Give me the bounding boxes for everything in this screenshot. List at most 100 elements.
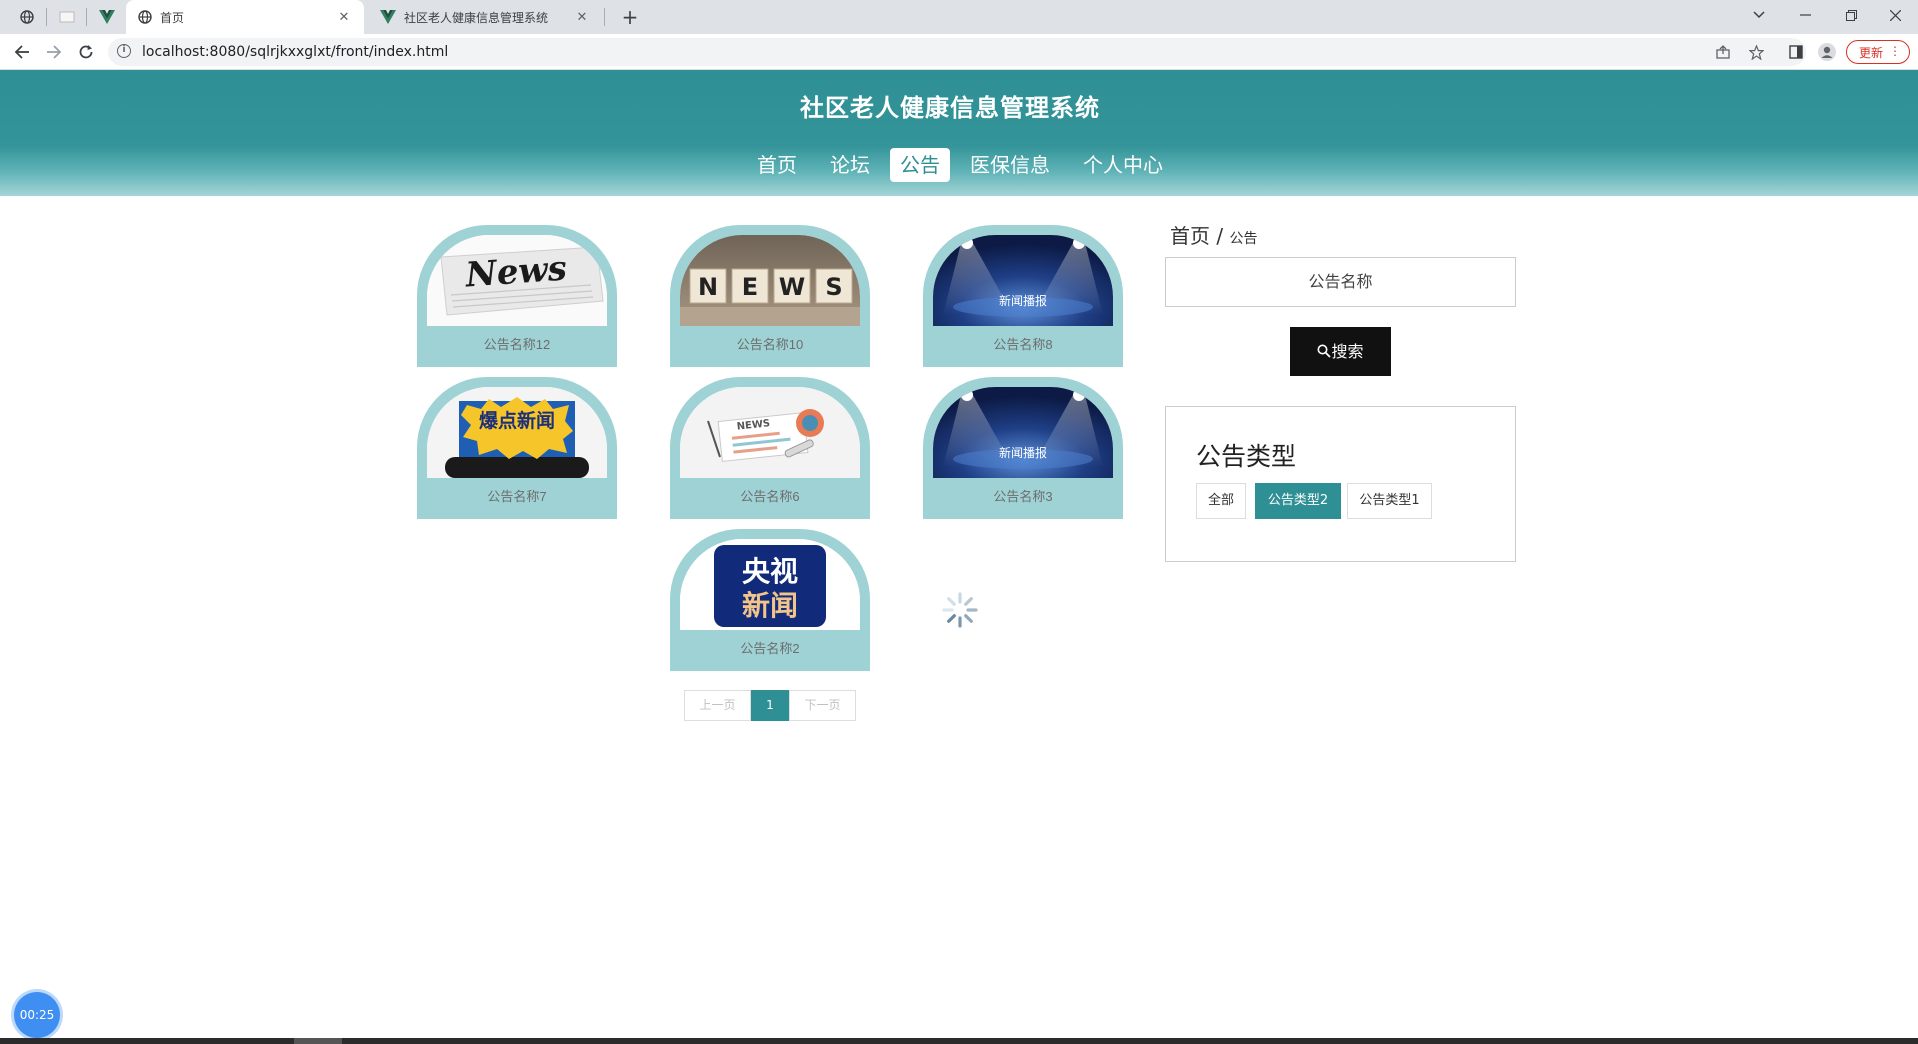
share-icon[interactable] [1713, 42, 1733, 62]
pinned-tab-blank[interactable] [48, 4, 86, 30]
reload-button[interactable] [74, 40, 98, 64]
notice-card[interactable]: News 公告名称12 [417, 225, 617, 367]
chevron-down-icon [1753, 11, 1765, 19]
type-filter-type1[interactable]: 公告类型1 [1347, 483, 1432, 519]
news-block-letter: E [742, 273, 758, 301]
notice-image: 新闻播报 [933, 387, 1113, 478]
pagination: 上一页 1 下一页 [684, 690, 856, 721]
reload-icon [79, 45, 93, 59]
notice-title: 公告名称12 [483, 337, 551, 352]
notice-image: 新闻播报 [933, 235, 1113, 326]
breadcrumb: 首页 / 公告 [1170, 220, 1257, 249]
type-filter-all[interactable]: 全部 [1196, 483, 1246, 519]
notice-type-panel: 公告类型 全部 公告类型2 公告类型1 [1165, 406, 1516, 562]
loading-spinner-icon [942, 592, 978, 628]
search-icon [1317, 344, 1332, 358]
notice-name-search-input[interactable]: 公告名称 [1165, 257, 1516, 307]
update-label: 更新 [1859, 45, 1884, 60]
url-text: localhost:8080/sqlrjkxxglxt/front/index.… [142, 44, 449, 60]
breadcrumb-home[interactable]: 首页 [1170, 224, 1210, 248]
search-button[interactable]: 搜索 [1290, 327, 1391, 376]
site-title: 社区老人健康信息管理系统 [800, 94, 1100, 122]
tab-separator [86, 8, 87, 26]
restore-button[interactable] [1828, 0, 1874, 30]
forward-button[interactable] [42, 40, 66, 64]
scroll-thumb[interactable] [294, 1038, 342, 1044]
arrow-right-icon [47, 45, 62, 59]
notice-card[interactable]: 新闻播报 公告名称3 [923, 377, 1123, 519]
page-number-current[interactable]: 1 [751, 690, 789, 721]
globe-icon [20, 10, 34, 24]
notice-image: 爆点新闻 [427, 387, 607, 478]
notice-image: 央视 新闻 [680, 539, 860, 630]
notice-card[interactable]: 新闻播报 公告名称8 [923, 225, 1123, 367]
tab-search-button[interactable] [1736, 0, 1782, 30]
tab-system[interactable]: 社区老人健康信息管理系统 ✕ [368, 0, 602, 34]
image-caption: 爆点新闻 [479, 409, 555, 432]
breadcrumb-current: 公告 [1229, 231, 1258, 247]
image-caption: 央视 [742, 555, 798, 588]
notice-card[interactable]: N E W S 公告名称10 [670, 225, 870, 367]
prev-page-button[interactable]: 上一页 [684, 690, 751, 721]
site-info-icon[interactable]: i [117, 44, 131, 58]
breadcrumb-separator: / [1216, 224, 1224, 248]
nav-forum[interactable]: 论坛 [820, 148, 880, 182]
browser-tab-strip: 首页 ✕ 社区老人健康信息管理系统 ✕ + [0, 0, 1918, 34]
new-tab-button[interactable]: + [616, 4, 644, 30]
nav-home[interactable]: 首页 [747, 148, 807, 182]
notice-title: 公告名称7 [487, 489, 547, 504]
image-caption: 新闻播报 [999, 445, 1047, 460]
tab-separator [46, 8, 47, 26]
notice-image: N E W S [680, 235, 860, 326]
news-block-letter: W [779, 273, 805, 301]
profile-avatar-icon[interactable] [1817, 42, 1837, 62]
notice-title: 公告名称10 [736, 337, 804, 352]
notice-title: 公告名称6 [740, 489, 800, 504]
notice-card[interactable]: 央视 新闻 公告名称2 [670, 529, 870, 671]
pinned-tab-globe[interactable] [8, 4, 46, 30]
vue-icon [380, 10, 396, 24]
side-panel-icon[interactable] [1786, 42, 1806, 62]
back-button[interactable] [10, 40, 34, 64]
notice-card[interactable]: 爆点新闻 公告名称7 [417, 377, 617, 519]
news-block-letter: S [825, 273, 842, 301]
tab-title: 社区老人健康信息管理系统 [404, 10, 549, 25]
restore-icon [1845, 9, 1857, 21]
notice-title: 公告名称8 [993, 337, 1053, 352]
image-caption: 新闻播报 [999, 293, 1047, 308]
notice-image: News [427, 235, 607, 326]
search-button-label: 搜索 [1331, 342, 1364, 361]
news-block-letter: N [698, 273, 718, 301]
vue-icon [99, 10, 115, 24]
bottom-scroll-bar[interactable] [0, 1038, 1918, 1044]
nav-personal-center[interactable]: 个人中心 [1073, 148, 1173, 182]
main-nav: 首页 论坛 公告 医保信息 个人中心 [0, 148, 1918, 182]
browser-toolbar: i localhost:8080/sqlrjkxxglxt/front/inde… [0, 34, 1918, 70]
notice-card[interactable]: NEWS 公告名称6 [670, 377, 870, 519]
recording-timer-badge[interactable]: 00:25 [14, 992, 60, 1038]
minimize-icon [1799, 14, 1811, 16]
tab-home[interactable]: 首页 ✕ [126, 0, 364, 34]
notice-type-title: 公告类型 [1196, 442, 1297, 471]
arrow-left-icon [14, 45, 29, 59]
nav-medical-insurance[interactable]: 医保信息 [960, 148, 1060, 182]
minimize-button[interactable] [1782, 0, 1828, 30]
tab-title: 首页 [160, 10, 185, 25]
close-icon [1889, 9, 1901, 21]
pinned-tab-vue[interactable] [88, 4, 126, 30]
notice-title: 公告名称2 [740, 641, 800, 656]
next-page-button[interactable]: 下一页 [789, 690, 856, 721]
tab-separator [604, 8, 605, 26]
bookmark-star-icon[interactable] [1746, 42, 1766, 62]
close-icon[interactable]: ✕ [336, 10, 352, 25]
close-window-button[interactable] [1872, 0, 1918, 30]
nav-notice[interactable]: 公告 [890, 148, 950, 182]
notice-image: NEWS [680, 387, 860, 478]
type-filter-type2[interactable]: 公告类型2 [1255, 483, 1341, 519]
notice-title: 公告名称3 [993, 489, 1053, 504]
close-icon[interactable]: ✕ [574, 10, 590, 25]
address-bar[interactable]: i localhost:8080/sqlrjkxxglxt/front/inde… [108, 38, 1806, 66]
update-button[interactable]: 更新 ⋮ [1846, 40, 1910, 64]
page-icon [59, 11, 75, 23]
globe-icon [138, 10, 152, 24]
